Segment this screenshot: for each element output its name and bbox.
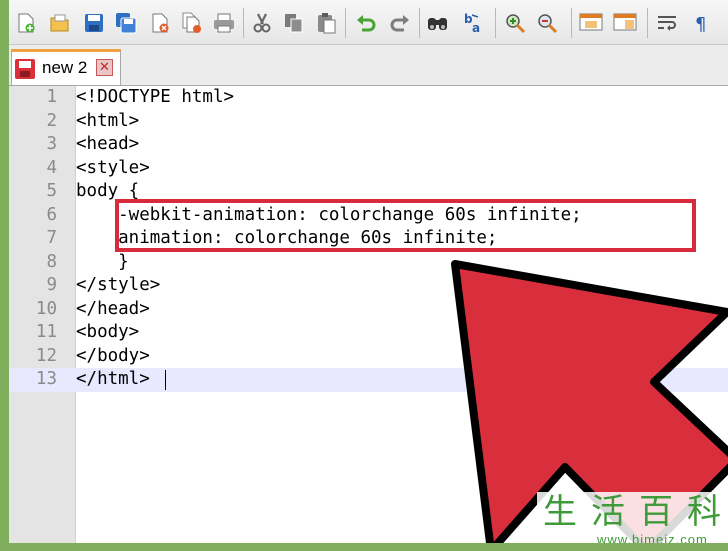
zoom-out-icon[interactable] [535,10,561,36]
code-text: </body> [76,345,150,366]
cut-icon[interactable] [249,10,275,36]
line-number: 8 [46,251,57,272]
print-icon[interactable] [211,10,237,36]
toolbar: ba ¶ [9,0,728,45]
tab-strip: new 2 ✕ [9,45,728,86]
line-number: 1 [46,87,57,107]
tab-label: new 2 [42,58,88,77]
code-text: </head> [76,298,150,319]
svg-text:¶: ¶ [695,14,706,34]
code-text: </style> [76,275,161,295]
code-line[interactable]: 3 <head> [9,133,728,157]
code-line[interactable]: 2 <html> [9,110,728,134]
open-file-icon[interactable] [47,10,73,36]
zoom-in-icon[interactable] [503,10,529,36]
code-text: </html> [76,369,150,389]
code-text: <body> [76,322,140,342]
line-number: 4 [46,157,57,178]
paste-icon[interactable] [313,10,339,36]
sync-vertical-icon[interactable] [579,10,605,36]
line-number: 9 [46,275,57,295]
code-text: } [76,251,129,272]
line-number: 5 [46,181,57,201]
show-all-characters-icon[interactable]: ¶ [689,10,715,36]
close-all-icon[interactable] [179,10,205,36]
line-number: 12 [35,345,57,366]
save-icon[interactable] [81,10,107,36]
line-number: 2 [46,110,57,131]
undo-icon[interactable] [353,10,379,36]
code-line[interactable]: 1 <!DOCTYPE html> [9,86,728,110]
line-number: 6 [46,204,57,225]
code-text: <!DOCTYPE html> [76,87,235,107]
copy-icon[interactable] [281,10,307,36]
new-file-icon[interactable] [13,10,39,36]
code-text: <html> [76,110,140,131]
unsaved-file-icon [15,59,35,79]
save-all-icon[interactable] [113,10,139,36]
code-text: <style> [76,157,150,178]
tab-close-icon[interactable]: ✕ [96,59,113,76]
code-text: <head> [76,134,140,154]
close-icon[interactable] [147,10,173,36]
word-wrap-icon[interactable] [655,10,681,36]
highlight-box [115,199,696,252]
svg-text:a: a [472,21,480,35]
text-caret [165,370,166,390]
find-icon[interactable] [425,10,451,36]
redo-icon[interactable] [387,10,413,36]
line-number: 10 [35,298,57,319]
line-number: 11 [35,322,57,342]
line-number: 13 [35,369,57,389]
replace-icon[interactable]: ba [461,10,487,36]
watermark-text: 生活百科 [543,492,728,532]
line-number: 3 [46,134,57,154]
tab-new-2[interactable]: new 2 ✕ [11,49,121,85]
frame-border [0,543,728,551]
sync-horizontal-icon[interactable] [613,10,639,36]
notepad-window: ba ¶ new 2 ✕ 1 <!DOCTYPE html> 2 <html> … [9,0,728,551]
line-number: 7 [46,228,57,248]
code-line[interactable]: 4 <style> [9,157,728,181]
